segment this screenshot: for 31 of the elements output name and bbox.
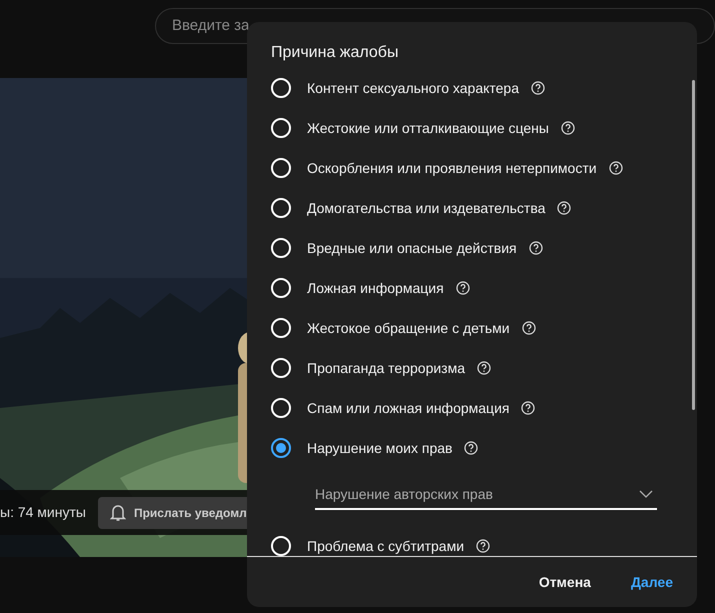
dialog-title: Причина жалобы: [271, 44, 400, 62]
radio-button[interactable]: [271, 438, 291, 458]
help-icon[interactable]: [560, 121, 575, 135]
duration-text: ы: 74 минуты: [0, 503, 86, 522]
help-icon[interactable]: [521, 401, 536, 415]
help-icon[interactable]: [531, 81, 545, 95]
help-icon[interactable]: [456, 281, 470, 295]
option-label: Ложная информация: [307, 278, 444, 298]
option-label: Жестокое обращение с детьми: [307, 318, 510, 338]
help-icon[interactable]: [464, 441, 478, 455]
reason-dropdown[interactable]: Нарушение авторских прав: [315, 484, 657, 510]
option-label: Проблема с субтитрами: [307, 536, 464, 556]
option-label: Оскорбления или проявления нетерпимости: [307, 158, 597, 178]
help-icon[interactable]: [608, 161, 623, 175]
next-button[interactable]: Далее: [630, 572, 673, 592]
option-label: Спам или ложная информация: [307, 398, 510, 418]
option-label: Вредные или опасные действия: [307, 238, 517, 258]
option-label: Пропаганда терроризма: [307, 358, 465, 378]
cancel-button[interactable]: Отмена: [538, 572, 591, 592]
help-icon[interactable]: [557, 201, 572, 215]
chevron-down-icon: [639, 490, 653, 498]
option-label: Домогательства или издевательства: [307, 198, 546, 218]
help-icon[interactable]: [477, 361, 491, 375]
option-label: Нарушение моих прав: [307, 438, 452, 458]
scrollbar[interactable]: [692, 80, 695, 410]
help-icon[interactable]: [528, 241, 543, 255]
option-label: Жестокие или отталкивающие сцены: [307, 118, 549, 138]
help-icon[interactable]: [476, 539, 490, 553]
option-label: Контент сексуального характера: [307, 78, 519, 98]
help-icon[interactable]: [522, 321, 536, 335]
bell-icon: [110, 504, 126, 522]
